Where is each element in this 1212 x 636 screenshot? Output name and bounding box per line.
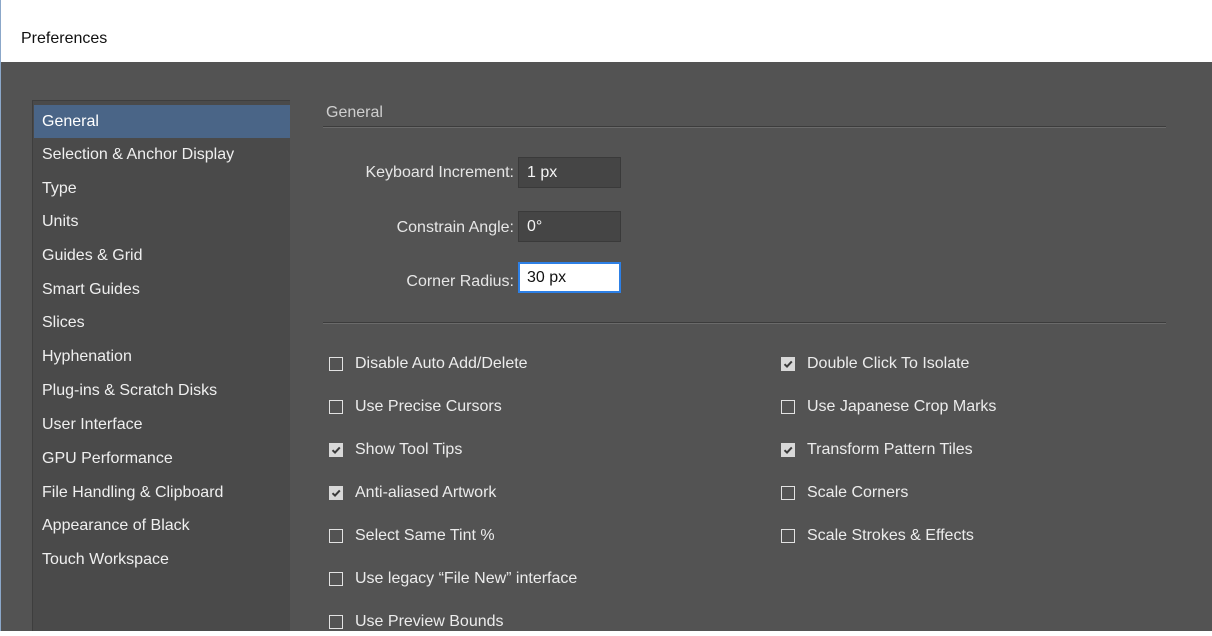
checked-checkbox[interactable] — [781, 443, 795, 457]
checkbox[interactable] — [329, 400, 343, 414]
sidebar-item-general[interactable]: General — [34, 105, 290, 138]
sidebar-item-hyphenation[interactable]: Hyphenation — [34, 340, 290, 373]
checkmark-icon — [331, 446, 341, 455]
options-divider — [323, 322, 1166, 324]
option-label: Use Precise Cursors — [355, 398, 502, 415]
checkbox[interactable] — [329, 357, 343, 371]
sidebar-item-touch-workspace[interactable]: Touch Workspace — [34, 543, 290, 576]
checkbox[interactable] — [329, 615, 343, 629]
window-title: Preferences — [21, 30, 108, 47]
checkbox[interactable] — [781, 400, 795, 414]
checkmark-icon — [331, 489, 341, 498]
checked-checkbox[interactable] — [329, 486, 343, 500]
sidebar-item-appearance-of-black[interactable]: Appearance of Black — [34, 509, 290, 542]
option-label: Use Preview Bounds — [355, 613, 504, 630]
option-label: Scale Corners — [807, 484, 909, 501]
corner-radius-input[interactable] — [518, 262, 621, 293]
section-title: General — [326, 104, 383, 121]
option-label: Disable Auto Add/Delete — [355, 355, 528, 372]
sidebar-item-plugins-scratch-disks[interactable]: Plug-ins & Scratch Disks — [34, 374, 290, 407]
sidebar-item-file-handling-clipboard[interactable]: File Handling & Clipboard — [34, 476, 290, 509]
option-label: Select Same Tint % — [355, 527, 495, 544]
checkbox[interactable] — [329, 572, 343, 586]
sidebar-item-user-interface[interactable]: User Interface — [34, 408, 290, 441]
checkbox[interactable] — [329, 529, 343, 543]
checkmark-icon — [783, 360, 793, 369]
option-label: Scale Strokes & Effects — [807, 527, 974, 544]
checked-checkbox[interactable] — [781, 357, 795, 371]
option-label: Double Click To Isolate — [807, 355, 970, 372]
sidebar-item-gpu-performance[interactable]: GPU Performance — [34, 442, 290, 475]
constrain-angle-input[interactable] — [518, 211, 621, 242]
checkmark-icon — [783, 446, 793, 455]
section-divider — [323, 126, 1166, 128]
keyboard-increment-label: Keyboard Increment: — [365, 164, 514, 181]
constrain-angle-label: Constrain Angle: — [396, 219, 514, 236]
corner-radius-label: Corner Radius: — [406, 273, 514, 290]
checked-checkbox[interactable] — [329, 443, 343, 457]
checkbox[interactable] — [781, 486, 795, 500]
option-label: Transform Pattern Tiles — [807, 441, 973, 458]
sidebar-item-slices[interactable]: Slices — [34, 306, 290, 339]
checkbox[interactable] — [781, 529, 795, 543]
option-label: Anti-aliased Artwork — [355, 484, 497, 501]
title-bar: Preferences — [0, 0, 1212, 62]
option-label: Use legacy “File New” interface — [355, 570, 578, 587]
keyboard-increment-input[interactable] — [518, 157, 621, 188]
sidebar-item-guides-grid[interactable]: Guides & Grid — [34, 239, 290, 272]
option-label: Show Tool Tips — [355, 441, 463, 458]
option-label: Use Japanese Crop Marks — [807, 398, 997, 415]
